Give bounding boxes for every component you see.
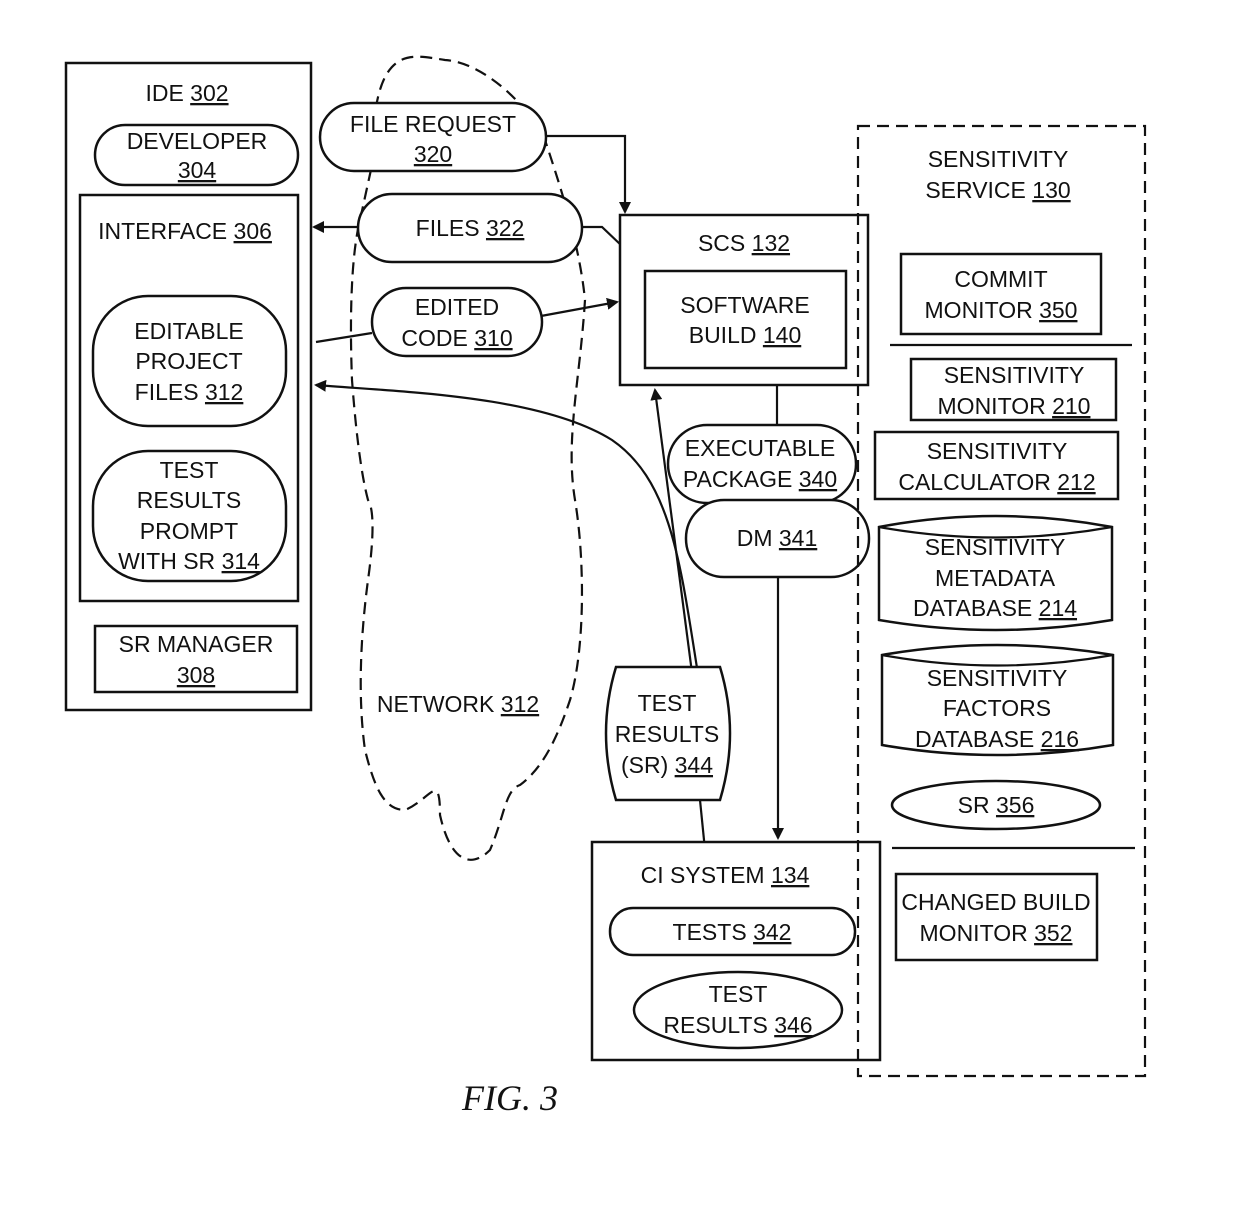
test-results-sr-line2: RESULTS	[615, 721, 719, 747]
software-build-line1: SOFTWARE	[680, 292, 809, 318]
factors-db-line1: SENSITIVITY	[927, 665, 1068, 691]
executable-package-line2: PACKAGE 340	[683, 466, 837, 492]
edited-code-line2: CODE 310	[401, 325, 512, 351]
developer-label: DEVELOPER	[127, 128, 268, 154]
dm-label: DM 341	[737, 525, 818, 551]
tests-label: TESTS 342	[673, 919, 792, 945]
executable-package-line1: EXECUTABLE	[685, 435, 835, 461]
sensitivity-monitor-line2: MONITOR 210	[938, 393, 1091, 419]
scs-title: SCS 132	[698, 230, 790, 256]
metadata-db-line3: DATABASE 214	[913, 595, 1077, 621]
interface-title: INTERFACE 306	[98, 218, 272, 244]
metadata-db-line1: SENSITIVITY	[925, 534, 1066, 560]
ide-title: IDE 302	[145, 80, 228, 106]
test-results-sr-line1: TEST	[638, 690, 697, 716]
sr-manager-label: SR MANAGER	[119, 631, 274, 657]
sensitivity-calculator-line2: CALCULATOR 212	[898, 469, 1095, 495]
developer-ref: 304	[178, 157, 217, 183]
commit-monitor-line2: MONITOR 350	[925, 297, 1078, 323]
file-request-ref: 320	[414, 141, 452, 167]
test-results-prompt-line3: PROMPT	[140, 518, 238, 544]
edited-code-line1: EDITED	[415, 294, 499, 320]
changed-build-monitor-line2: MONITOR 352	[920, 920, 1073, 946]
software-build-node[interactable]	[643, 269, 848, 370]
test-results-sr-line3: (SR) 344	[621, 752, 713, 778]
files-connector	[583, 225, 623, 247]
sr-356-label: SR 356	[958, 792, 1035, 818]
sensitivity-monitor-line1: SENSITIVITY	[944, 362, 1085, 388]
network-cloud	[349, 55, 587, 861]
metadata-db-line2: METADATA	[935, 565, 1056, 591]
test-results-prompt-line4: WITH SR 314	[118, 548, 260, 574]
editable-project-files-line2: PROJECT	[135, 348, 242, 374]
test-results-prompt-line1: TEST	[160, 457, 219, 483]
file-request-label: FILE REQUEST	[350, 111, 516, 137]
sensitivity-service-title-line2: SERVICE 130	[925, 177, 1070, 203]
diagram-canvas: NETWORK 312 IDE 302 DEVELOPER 304 INTERF…	[64, 55, 1147, 1118]
editable-project-files-line3: FILES 312	[135, 379, 244, 405]
sr-manager-ref: 308	[177, 662, 215, 688]
changed-build-monitor-line1: CHANGED BUILD	[901, 889, 1090, 915]
ci-system-title: CI SYSTEM 134	[641, 862, 810, 888]
figure-caption: FIG. 3	[461, 1078, 558, 1118]
software-build-line2: BUILD 140	[689, 322, 802, 348]
changed-build-monitor-node[interactable]	[894, 872, 1099, 962]
factors-db-line2: FACTORS	[943, 695, 1051, 721]
files-label: FILES 322	[416, 215, 525, 241]
sensitivity-calculator-line1: SENSITIVITY	[927, 438, 1068, 464]
sensitivity-service-title-line1: SENSITIVITY	[928, 146, 1069, 172]
edited-code-arrow	[540, 297, 619, 318]
network-label: NETWORK 312	[377, 691, 539, 717]
editable-project-files-line1: EDITABLE	[134, 318, 244, 344]
test-results-ci-line1: TEST	[709, 981, 768, 1007]
commit-monitor-line1: COMMIT	[954, 266, 1047, 292]
test-results-prompt-line2: RESULTS	[137, 487, 241, 513]
test-results-ci-line2: RESULTS 346	[663, 1012, 812, 1038]
factors-db-line3: DATABASE 216	[915, 726, 1079, 752]
edited-code-connector-left	[315, 331, 373, 344]
